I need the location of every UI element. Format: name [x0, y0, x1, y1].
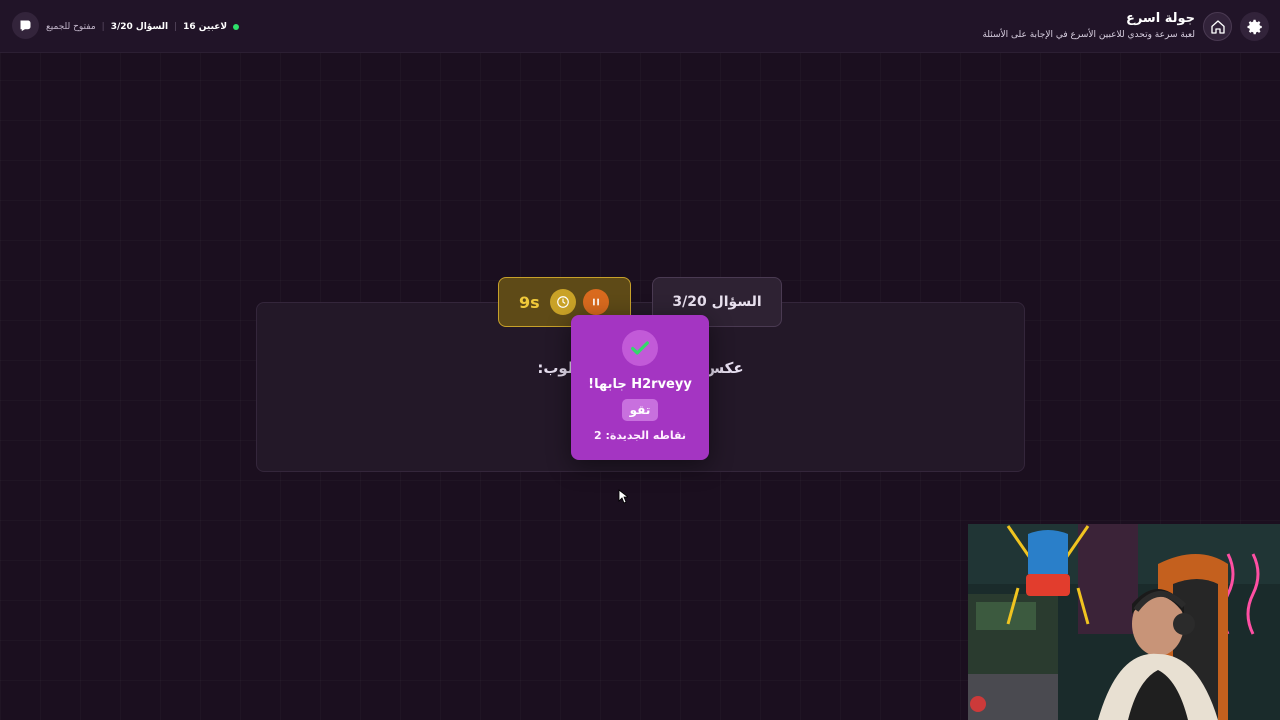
pause-button[interactable]: [583, 289, 609, 315]
logo-icon: [20, 20, 31, 32]
points-text: نقاطه الجديدة: 2: [593, 429, 687, 442]
gear-icon: [1247, 19, 1262, 34]
mouse-cursor: [618, 489, 628, 504]
logo-button[interactable]: [12, 12, 39, 39]
check-icon: [622, 330, 658, 366]
open-status: مفتوح للجميع: [46, 22, 96, 32]
question-text-end: لوب:: [537, 359, 574, 377]
clock-icon: [550, 289, 576, 315]
correct-answer-popup: H2rveyy جابها! تقو نقاطه الجديدة: 2: [571, 315, 709, 460]
app-subtitle: لعبة سرعة وتحدي للاعبين الأسرع في الإجاب…: [982, 30, 1195, 40]
webcam-overlay: [968, 524, 1280, 720]
home-icon: [1210, 19, 1225, 34]
top-bar: جولة اسرع لعبة سرعة وتحدي للاعبين الأسرع…: [0, 0, 1280, 53]
question-status: السؤال 3/20: [110, 22, 169, 32]
home-button[interactable]: [1203, 12, 1232, 41]
pause-icon: [593, 298, 599, 306]
settings-button[interactable]: [1240, 12, 1269, 41]
webcam-feed: [968, 524, 1280, 720]
divider: |: [174, 22, 178, 32]
winner-text: H2rveyy جابها!: [588, 377, 692, 392]
question-text-start: عكس: [703, 359, 744, 377]
online-dot: [233, 24, 240, 30]
timer-value: 9s: [519, 292, 540, 312]
answer-pill: تقو: [622, 399, 658, 421]
room-status: مفتوح للجميع | السؤال 3/20 | 16 لاعبين: [46, 20, 240, 34]
divider: |: [101, 22, 105, 32]
players-count: 16 لاعبين: [183, 22, 228, 32]
app-title: جولة اسرع: [1125, 11, 1195, 26]
